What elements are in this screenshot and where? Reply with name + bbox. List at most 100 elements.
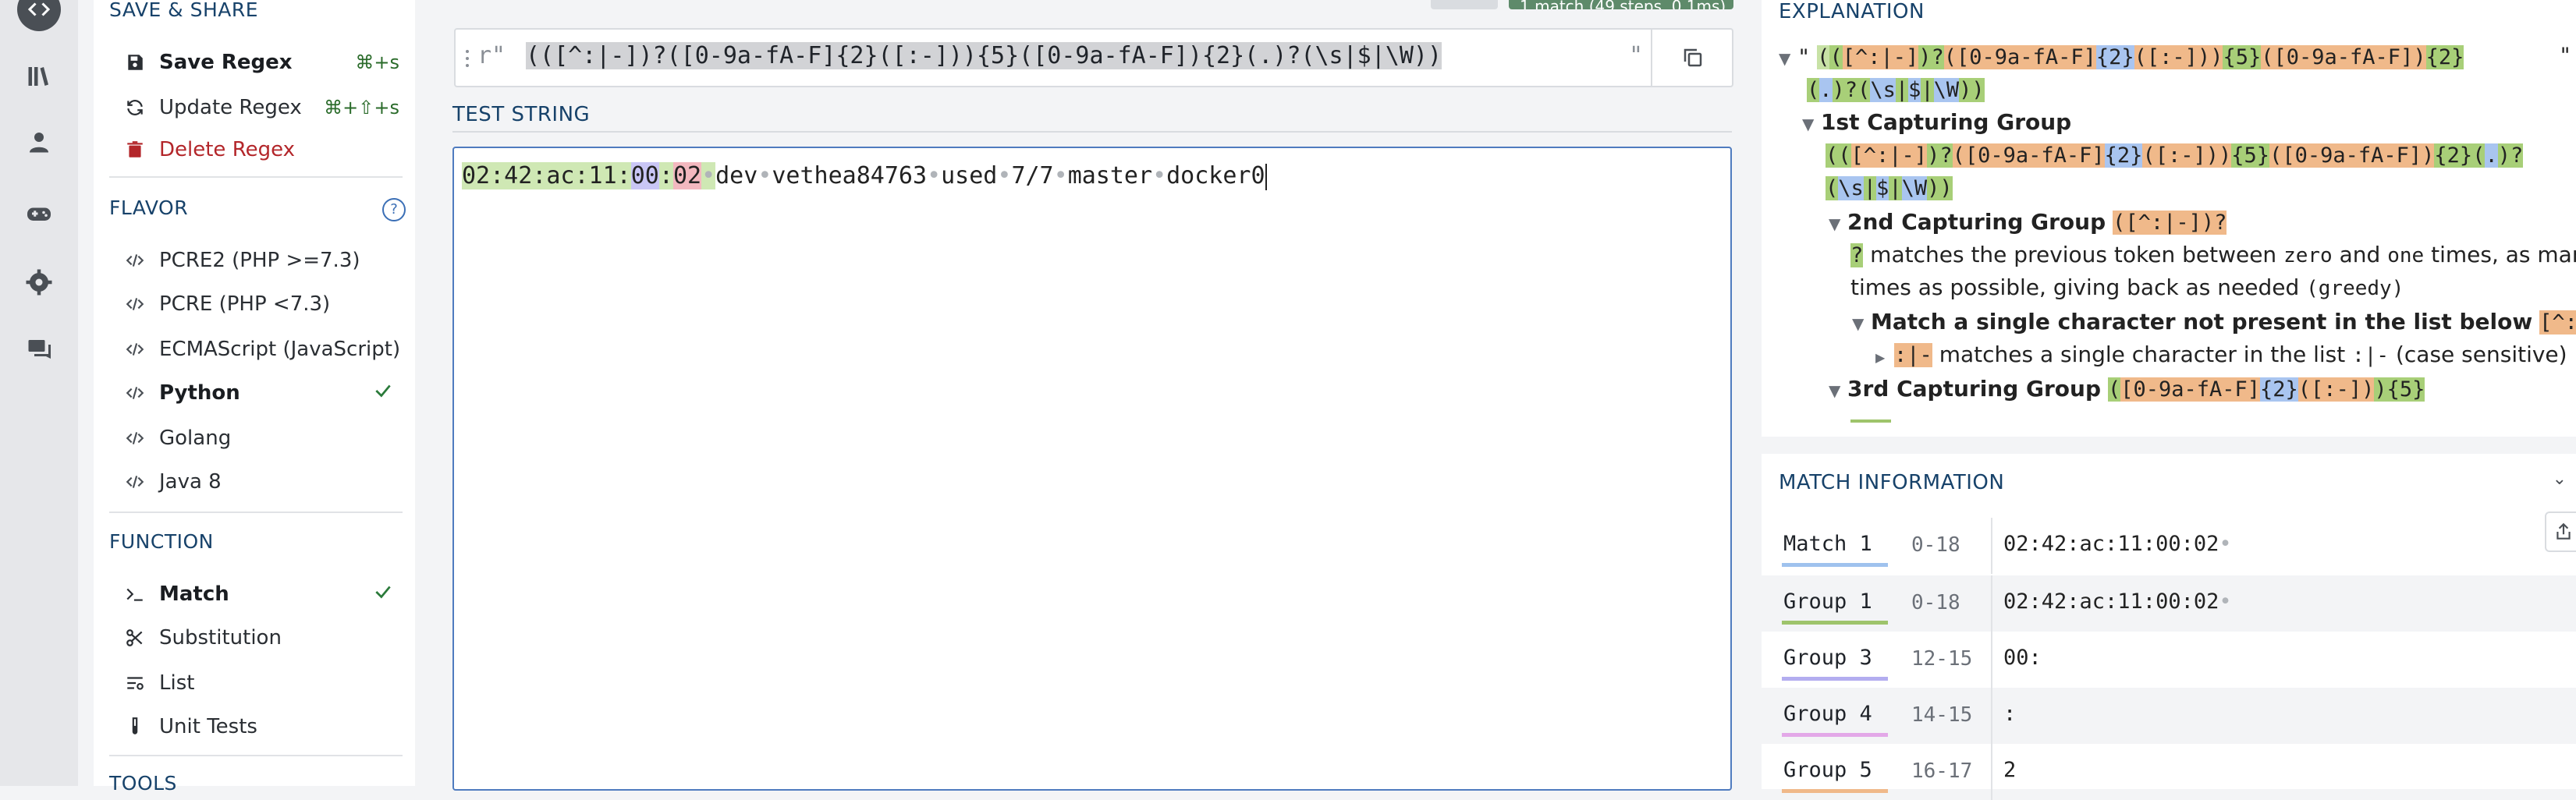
char-list-text: matches a single character in the list (1939, 342, 2346, 367)
regex-token: [0-9a-fA-F] (1964, 143, 2105, 168)
function-label: Unit Tests (159, 715, 257, 738)
group-row[interactable]: Group 5 16-17 2 (1762, 744, 2576, 800)
function-item-match[interactable]: Match (125, 577, 406, 611)
test-string-editor[interactable]: 02:42:ac:11:00:02•dev•vethea84763•used•7… (452, 147, 1732, 791)
refresh-icon (125, 97, 159, 118)
regex-token: )? (1927, 143, 1953, 168)
regex-token: ( (1807, 78, 1820, 102)
user-icon[interactable] (17, 120, 61, 164)
settings-icon[interactable] (17, 260, 61, 304)
sidebar: SAVE & SHARE Save Regex ⌘+s Update Regex… (94, 0, 415, 795)
whitespace-dot: • (2219, 589, 2232, 614)
tools-title: TOOLS (109, 772, 177, 795)
explanation-panel: EXPLANATION ▼ " (([^:|-])?([0-9a-fA-F]{2}… (1762, 0, 2576, 437)
regex-token: | (1921, 78, 1934, 102)
regex-pattern[interactable]: (([^:|-])?([0-9a-fA-F]{2}([:-])){5}([0-9… (526, 42, 1442, 69)
library-icon[interactable] (17, 55, 61, 98)
flavor-item-golang[interactable]: Golang (125, 421, 406, 455)
text-caret (1265, 163, 1267, 190)
regex-prefix: r" (477, 42, 506, 69)
collapse-icon[interactable]: ▼ (1802, 115, 1821, 133)
char-set-node[interactable]: ▼ Match a single character not present in… (1852, 309, 2576, 335)
expand-icon[interactable]: ▶ (1875, 350, 1894, 365)
flags-button[interactable] (1431, 0, 1498, 9)
regex-token: ) (2197, 45, 2211, 69)
group-name: Group 5 (1783, 758, 1872, 782)
drag-handle-icon[interactable] (465, 48, 470, 69)
regex-token: ) (2210, 45, 2223, 69)
group-name: Group 1 (1783, 589, 1872, 614)
quantifier-desc-line1: ? matches the previous token between zer… (1850, 242, 2576, 267)
chevron-down-icon[interactable]: ⌄ (2553, 469, 2567, 489)
divider (1991, 575, 1992, 632)
copy-button[interactable] (1651, 30, 1733, 86)
whitespace-dot: • (927, 162, 942, 189)
function-item-substitution[interactable]: Substitution (125, 621, 406, 655)
regex-token: [^:|-] (1850, 143, 1928, 168)
explanation-root[interactable]: ▼ " (([^:|-])?([0-9a-fA-F]{2}([:-])){5}([… (1779, 44, 2571, 69)
quote-open: " (1797, 45, 1811, 69)
code-icon (125, 250, 159, 271)
test-word: docker0 (1166, 162, 1265, 189)
group-row[interactable]: Group 1 0-18 02:42:ac:11:00:02• (1762, 575, 2576, 632)
regex-token: ( (2142, 143, 2156, 168)
flavor-item-python[interactable]: Python (125, 376, 406, 410)
regex-token: )? (1832, 78, 1858, 102)
function-item-list[interactable]: List (125, 666, 406, 700)
regex-token: \W (1901, 176, 1928, 200)
flavor-item-pcre2[interactable]: PCRE2 (PHP >=7.3) (125, 243, 406, 278)
regex-token: ){5} (2374, 377, 2425, 402)
list-icon (125, 673, 159, 693)
whitespace-dot: • (1053, 162, 1068, 189)
collapse-icon[interactable]: ▼ (1829, 214, 1847, 233)
regex-token: ( (2472, 143, 2486, 168)
test-word: dev (715, 162, 758, 189)
regex-token: ( (1952, 143, 1965, 168)
group3-node[interactable]: ▼ 3rd Capturing Group ([0-9a-fA-F]{2}([:-… (1829, 376, 2425, 402)
char-list-node[interactable]: ▶ :|- matches a single character in the l… (1875, 342, 2567, 367)
regex-token: [0-9a-fA-F] (1957, 45, 2096, 69)
code-icon (125, 472, 159, 492)
regex-token: {5} (2231, 143, 2270, 168)
delete-regex-button[interactable]: Delete Regex (125, 133, 406, 167)
collapse-icon[interactable]: ▼ (1829, 381, 1847, 400)
whitespace-dot: • (2219, 532, 2232, 556)
regex-token: ( (1826, 143, 1839, 168)
flavor-item-java8[interactable]: Java 8 (125, 465, 406, 499)
group-range: 16-17 (1911, 759, 1973, 783)
regex-token: {2} (2260, 377, 2298, 402)
match-row[interactable]: Match 1 0-18 02:42:ac:11:00:02• (1762, 518, 2576, 574)
match-value-text: 02:42:ac:11:00:02 (2003, 532, 2219, 556)
chat-icon[interactable] (17, 327, 61, 371)
group2-node[interactable]: ▼ 2nd Capturing Group ([^:|-])? (1829, 209, 2227, 235)
group3-label: 3rd Capturing Group (1847, 376, 2102, 402)
help-icon[interactable]: ? (382, 198, 406, 221)
test-word: used (941, 162, 998, 189)
regex-token: [^:|-] (2539, 310, 2576, 335)
group-row[interactable]: Group 4 14-15 : (1762, 688, 2576, 744)
divider (1991, 744, 1992, 800)
update-regex-button[interactable]: Update Regex ⌘+⇧+s (125, 90, 406, 125)
flavor-item-pcre[interactable]: PCRE (PHP <7.3) (125, 287, 406, 321)
group1-node[interactable]: ▼ 1st Capturing Group (1802, 109, 2071, 135)
gamepad-icon[interactable] (17, 192, 61, 235)
regex-input[interactable]: r" (([^:|-])?([0-9a-fA-F]{2}([:-])){5}([… (454, 28, 1733, 87)
floppy-icon (125, 52, 159, 73)
whitespace-dot: • (758, 162, 772, 189)
collapse-icon[interactable]: ▼ (1852, 314, 1871, 333)
match-info-panel: MATCH INFORMATION ⌄ Match 1 0-18 02:42:a… (1762, 454, 2576, 800)
group-value-text: 02:42:ac:11:00:02 (2003, 589, 2219, 614)
function-label: Match (159, 582, 229, 606)
group-row[interactable]: Group 3 12-15 00: (1762, 632, 2576, 688)
function-label: Substitution (159, 626, 282, 650)
collapse-icon[interactable]: ▼ (1779, 49, 1797, 68)
function-item-unit-tests[interactable]: Unit Tests (125, 710, 406, 744)
group-range: 12-15 (1911, 647, 1973, 671)
regex-token: [0-9a-fA-F] (2273, 45, 2414, 69)
char-list-code: :|- (2352, 344, 2390, 367)
save-regex-button[interactable]: Save Regex ⌘+s (125, 45, 406, 80)
code-icon[interactable] (17, 0, 61, 31)
group-range: 0-18 (1911, 591, 1960, 614)
flavor-item-ecmascript[interactable]: ECMAScript (JavaScript) (125, 332, 406, 366)
delete-regex-label: Delete Regex (159, 138, 296, 161)
